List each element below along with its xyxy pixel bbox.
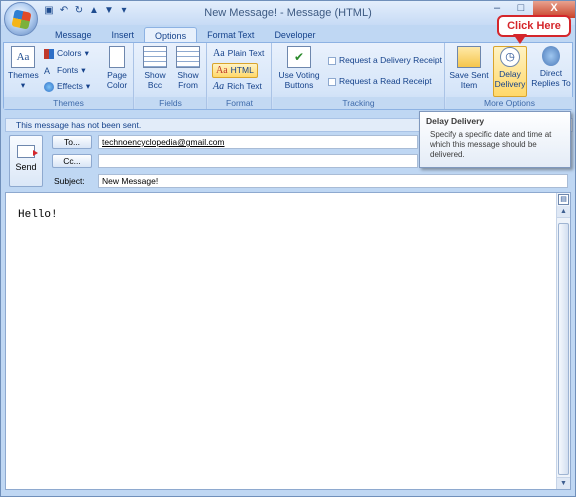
rich-text-icon: Aa bbox=[213, 81, 225, 92]
title-bar: ▣ ↶ ↻ ▲ ▼ ▾ New Message! - Message (HTML… bbox=[1, 1, 575, 25]
use-voting-buttons-button[interactable]: ✔ Use Voting Buttons bbox=[275, 46, 323, 90]
vertical-scrollbar[interactable]: ▤ ▲ ▼ bbox=[556, 193, 570, 489]
use-voting-label: Use Voting Buttons bbox=[278, 70, 320, 90]
format-group: Aa Plain Text Aa HTML Aa Rich Text Forma… bbox=[208, 43, 272, 109]
html-icon: Aa bbox=[216, 65, 228, 76]
tab-insert[interactable]: Insert bbox=[102, 27, 145, 43]
read-receipt-checkbox[interactable] bbox=[328, 77, 336, 86]
subject-field[interactable]: New Message! bbox=[98, 174, 568, 188]
plain-text-button[interactable]: Aa Plain Text bbox=[213, 48, 264, 59]
direct-replies-icon bbox=[542, 46, 560, 66]
show-from-icon bbox=[176, 46, 200, 68]
ribbon-tabs: Message Insert Options Format Text Devel… bbox=[45, 27, 325, 43]
themes-group-label: Themes bbox=[4, 97, 133, 109]
delay-delivery-button[interactable]: ◷ Delay Delivery bbox=[493, 46, 527, 97]
to-button[interactable]: To... bbox=[52, 135, 92, 149]
cc-field[interactable] bbox=[98, 154, 418, 168]
html-label: HTML bbox=[230, 65, 254, 75]
plain-text-icon: Aa bbox=[213, 48, 225, 59]
fonts-label: Fonts bbox=[57, 65, 79, 75]
scroll-thumb[interactable] bbox=[558, 223, 569, 475]
themes-label: Themes bbox=[8, 70, 39, 80]
rich-text-button[interactable]: Aa Rich Text bbox=[213, 81, 262, 92]
scroll-down-icon[interactable]: ▼ bbox=[557, 477, 570, 489]
request-delivery-receipt[interactable]: Request a Delivery Receipt bbox=[328, 55, 442, 66]
read-receipt-label: Request a Read Receipt bbox=[339, 76, 432, 86]
show-bcc-label: Show Bcc bbox=[144, 70, 166, 90]
ruler-toggle-icon[interactable]: ▤ bbox=[558, 194, 569, 205]
fields-group-label: Fields bbox=[135, 97, 206, 109]
show-bcc-icon bbox=[143, 46, 167, 68]
message-window: ▣ ↶ ↻ ▲ ▼ ▾ New Message! - Message (HTML… bbox=[0, 0, 576, 497]
delivery-receipt-checkbox[interactable] bbox=[328, 56, 336, 65]
direct-replies-label: Direct Replies To bbox=[531, 68, 571, 88]
show-from-button[interactable]: Show From bbox=[171, 46, 205, 90]
send-button[interactable]: Send bbox=[9, 135, 43, 187]
show-from-label: Show From bbox=[177, 70, 199, 90]
colors-label: Colors bbox=[57, 48, 82, 58]
page-color-button[interactable]: Page Color bbox=[102, 46, 132, 90]
delivery-receipt-label: Request a Delivery Receipt bbox=[339, 55, 442, 65]
to-field[interactable]: technoencyclopedia@gmail.com bbox=[98, 135, 418, 149]
send-envelope-icon bbox=[17, 145, 38, 158]
more-options-group: Save Sent Item ◷ Delay Delivery Direct R… bbox=[446, 43, 573, 109]
tracking-group-label: Tracking bbox=[273, 97, 444, 109]
delay-clock-icon: ◷ bbox=[500, 47, 520, 67]
scroll-up-icon[interactable]: ▲ bbox=[557, 206, 570, 218]
office-button[interactable] bbox=[4, 2, 38, 36]
tracking-group: ✔ Use Voting Buttons Request a Delivery … bbox=[273, 43, 445, 109]
ribbon: Aa Themes ▾ Colors ▾ A Fonts ▾ Effects ▾ … bbox=[3, 42, 573, 110]
request-read-receipt[interactable]: Request a Read Receipt bbox=[328, 76, 432, 87]
colors-button[interactable]: Colors ▾ bbox=[44, 48, 89, 59]
themes-button[interactable]: Aa Themes ▾ bbox=[8, 46, 39, 90]
callout-pointer bbox=[513, 34, 527, 44]
tab-options[interactable]: Options bbox=[144, 27, 198, 43]
click-here-callout: Click Here bbox=[497, 15, 571, 37]
delay-delivery-tooltip: Delay Delivery Specify a specific date a… bbox=[419, 111, 571, 168]
delay-delivery-label: Delay Delivery bbox=[494, 69, 526, 89]
fields-group: Show Bcc Show From Fields bbox=[135, 43, 207, 109]
tooltip-body: Specify a specific date and time at whic… bbox=[430, 130, 552, 159]
subject-label: Subject: bbox=[54, 176, 85, 186]
tab-message[interactable]: Message bbox=[45, 27, 102, 43]
fonts-icon: A bbox=[44, 65, 51, 76]
format-group-label: Format bbox=[208, 97, 271, 109]
tooltip-title: Delay Delivery bbox=[426, 116, 485, 126]
more-options-group-label: More Options bbox=[446, 97, 573, 109]
tab-format-text[interactable]: Format Text bbox=[197, 27, 264, 43]
effects-button[interactable]: Effects ▾ bbox=[44, 81, 90, 92]
themes-icon: Aa bbox=[11, 46, 35, 68]
colors-icon bbox=[44, 48, 54, 59]
fonts-button[interactable]: A Fonts ▾ bbox=[44, 65, 86, 76]
page-color-icon bbox=[109, 46, 125, 68]
message-body-text[interactable]: Hello! bbox=[18, 209, 58, 221]
message-body-editor[interactable]: Hello! ▤ ▲ ▼ bbox=[5, 192, 571, 490]
rich-text-label: Rich Text bbox=[227, 81, 262, 91]
effects-icon bbox=[44, 81, 54, 92]
effects-label: Effects bbox=[57, 81, 83, 91]
save-sent-icon bbox=[457, 46, 481, 68]
save-sent-label: Save Sent Item bbox=[449, 70, 489, 90]
send-label: Send bbox=[15, 162, 37, 172]
show-bcc-button[interactable]: Show Bcc bbox=[139, 46, 171, 90]
html-button[interactable]: Aa HTML bbox=[212, 63, 258, 78]
cc-button[interactable]: Cc... bbox=[52, 154, 92, 168]
tab-developer[interactable]: Developer bbox=[264, 27, 325, 43]
voting-icon: ✔ bbox=[287, 46, 311, 68]
save-sent-item-button[interactable]: Save Sent Item bbox=[449, 46, 489, 90]
plain-text-label: Plain Text bbox=[227, 48, 265, 58]
themes-group: Aa Themes ▾ Colors ▾ A Fonts ▾ Effects ▾ … bbox=[4, 43, 134, 109]
office-logo-icon bbox=[11, 9, 32, 30]
direct-replies-button[interactable]: Direct Replies To bbox=[530, 46, 572, 88]
page-color-label: Page Color bbox=[106, 70, 128, 90]
dropdown-arrow-icon: ▾ bbox=[20, 80, 26, 90]
